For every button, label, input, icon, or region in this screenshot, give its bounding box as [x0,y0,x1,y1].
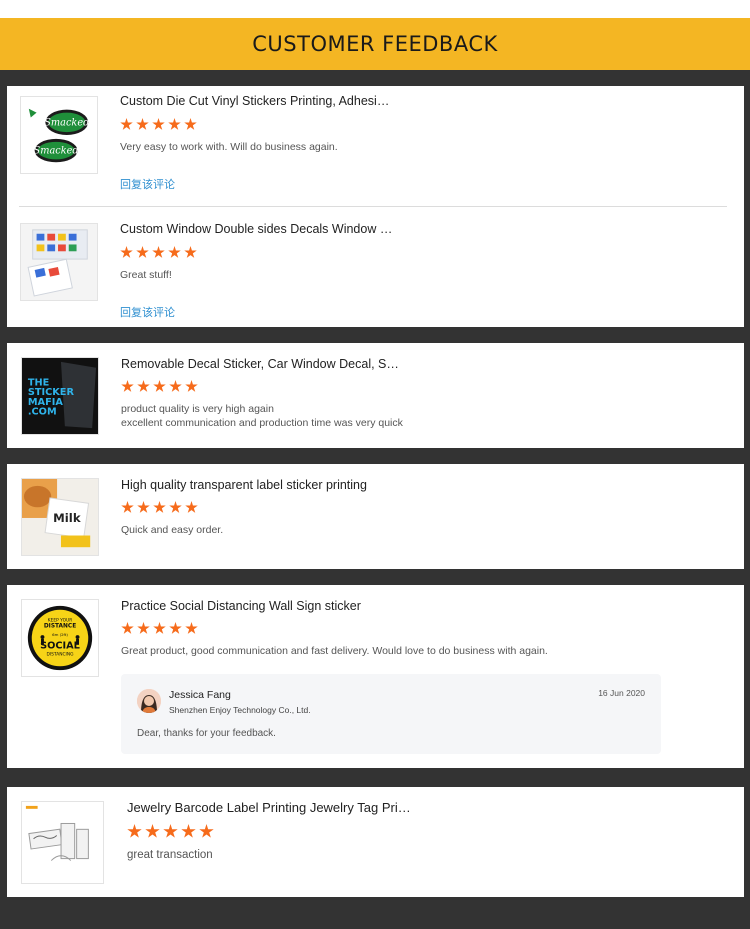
thumb-logo-text: Smacked [44,117,89,128]
product-title[interactable]: Practice Social Distancing Wall Sign sti… [121,599,361,613]
star-icon [153,501,166,513]
product-thumbnail[interactable]: Smacked Smacked [20,96,98,174]
rating-stars [120,246,197,259]
product-thumbnail[interactable] [21,801,104,884]
star-icon [145,824,160,838]
star-icon [121,622,134,634]
rating-stars [120,118,197,131]
product-title[interactable]: Jewelry Barcode Label Printing Jewelry T… [127,800,411,815]
star-icon [136,246,149,258]
review-text-line: product quality is very high again [121,403,274,415]
divider [19,206,727,207]
product-title[interactable]: Custom Window Double sides Decals Window… [120,222,392,236]
review-card: Milk High quality transparent label stic… [7,464,744,569]
star-icon [152,246,165,258]
star-icon [137,622,150,634]
star-icon [121,380,134,392]
star-icon [120,118,133,130]
star-icon [153,622,166,634]
star-icon [169,622,182,634]
reply-author-name: Jessica Fang [169,689,231,701]
star-icon [152,118,165,130]
product-thumbnail[interactable]: KEEP YOUR DISTANCE 6m (2ft) SOCIAL DISTA… [21,599,99,677]
thumb-sign-text: DISTANCING [46,652,74,658]
product-title[interactable]: High quality transparent label sticker p… [121,478,367,492]
review-text: Great product, good communication and fa… [121,645,548,657]
thumb-sign-text: SOCIAL [40,641,80,652]
review-card: KEEP YOUR DISTANCE 6m (2ft) SOCIAL DISTA… [7,585,744,768]
star-icon [153,380,166,392]
reply-date: 16 Jun 2020 [598,688,645,698]
thumb-logo-text: .COM [28,407,57,418]
thumb-sign-text: 6m (2ft) [52,632,68,637]
star-icon [169,501,182,513]
rating-stars [121,380,198,393]
seller-reply: Jessica Fang Shenzhen Enjoy Technology C… [121,674,661,754]
star-icon [185,622,198,634]
thumb-sign-text: DISTANCE [44,623,76,629]
product-title[interactable]: Custom Die Cut Vinyl Stickers Printing, … [120,94,389,108]
thumb-label-text: Milk [53,511,81,525]
header-banner: CUSTOMER FEEDBACK [0,18,750,70]
product-title[interactable]: Removable Decal Sticker, Car Window Deca… [121,357,399,371]
star-icon [169,380,182,392]
reply-company: Shenzhen Enjoy Technology Co., Ltd. [169,705,311,715]
star-icon [181,824,196,838]
review-card: THE STICKER MAFIA .COM Removable Decal S… [7,343,744,448]
reply-message: Dear, thanks for your feedback. [137,728,276,739]
star-icon [185,380,198,392]
star-icon [121,501,134,513]
star-icon [137,501,150,513]
review-text: Quick and easy order. [121,524,224,536]
star-icon [185,501,198,513]
product-thumbnail[interactable]: Milk [21,478,99,556]
star-icon [168,118,181,130]
review-card: Jewelry Barcode Label Printing Jewelry T… [7,787,744,897]
star-icon [120,246,133,258]
review-text: great transaction [127,849,213,861]
star-icon [168,246,181,258]
review-text: product quality is very high again excel… [121,402,403,430]
star-icon [184,246,197,258]
review-text: Great stuff! [120,269,172,281]
rating-stars [121,501,198,514]
review-text-line: excellent communication and production t… [121,417,403,429]
star-icon [199,824,214,838]
reply-link[interactable]: 回复该评论 [120,176,175,192]
reply-link[interactable]: 回复该评论 [120,304,175,320]
review-card: Smacked Smacked Custom Die Cut Vinyl Sti… [7,86,744,327]
star-icon [136,118,149,130]
star-icon [127,824,142,838]
review-text: Very easy to work with. Will do business… [120,141,338,153]
star-icon [184,118,197,130]
rating-stars [121,622,198,635]
page-title: CUSTOMER FEEDBACK [252,32,498,56]
star-icon [163,824,178,838]
product-thumbnail[interactable] [20,223,98,301]
thumb-logo-text: Smacked [34,146,79,157]
star-icon [137,380,150,392]
rating-stars [127,824,214,839]
product-thumbnail[interactable]: THE STICKER MAFIA .COM [21,357,99,435]
top-strip [0,0,750,18]
avatar [137,689,161,713]
